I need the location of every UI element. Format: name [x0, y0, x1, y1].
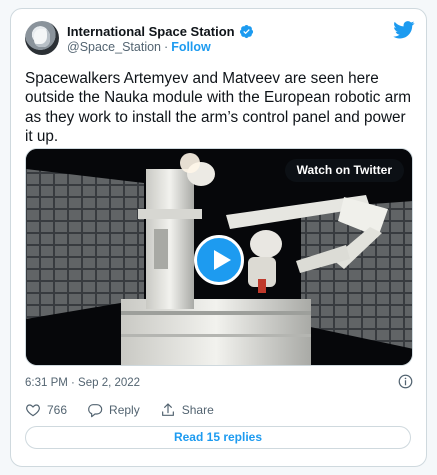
share-label: Share	[181, 403, 214, 417]
author-handle[interactable]: @Space_Station	[67, 40, 161, 54]
like-count: 766	[47, 403, 68, 417]
heart-icon	[26, 404, 40, 417]
tweet-timestamp[interactable]: 6:31 PM · Sep 2, 2022	[25, 377, 140, 389]
verified-badge-icon	[239, 24, 253, 38]
reply-icon	[88, 404, 103, 418]
video-player[interactable]: Watch on Twitter	[25, 148, 413, 366]
follow-button[interactable]: Follow	[171, 40, 211, 54]
play-icon[interactable]	[194, 235, 244, 285]
tweet-header: International Space Station @Space_Stati…	[25, 21, 415, 61]
tweet-meta-row: 6:31 PM · Sep 2, 2022	[25, 373, 417, 391]
tweet-actions: 766 Reply Share	[25, 401, 234, 419]
like-button[interactable]: 766	[25, 402, 67, 418]
reply-button[interactable]: Reply	[87, 402, 140, 418]
separator-dot: ·	[164, 40, 169, 54]
info-icon[interactable]	[398, 374, 413, 389]
author-handle-row: @Space_Station · Follow	[67, 40, 211, 54]
avatar[interactable]	[25, 21, 59, 55]
read-replies-button[interactable]: Read 15 replies	[25, 426, 411, 449]
tweet-card: International Space Station @Space_Stati…	[10, 8, 427, 467]
tweet-text: Spacewalkers Artemyev and Matveev are se…	[25, 70, 412, 146]
author-name-row: International Space Station	[67, 23, 254, 39]
watch-on-twitter-button[interactable]: Watch on Twitter	[284, 159, 404, 182]
share-button[interactable]: Share	[160, 402, 214, 418]
share-icon	[161, 403, 174, 416]
twitter-bird-icon[interactable]	[393, 21, 415, 39]
reply-label: Reply	[109, 403, 140, 417]
author-display-name[interactable]: International Space Station	[67, 24, 235, 39]
